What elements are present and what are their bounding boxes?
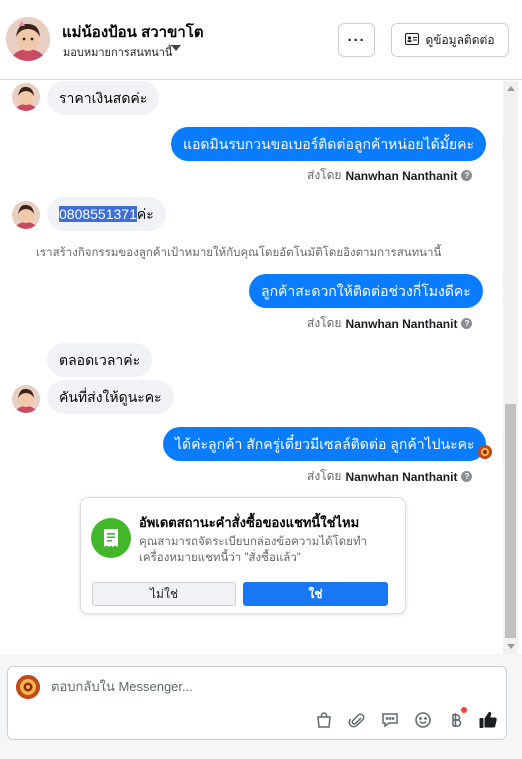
order-status-card: อัพเดตสถานะคำสั่งซื้อของแชทนี้ใช่ไหม คุณ… xyxy=(80,497,406,614)
baht-payment-icon[interactable] xyxy=(446,710,466,730)
incoming-message[interactable]: ราคาเงินสดค่ะ xyxy=(47,81,160,115)
message-input[interactable] xyxy=(51,679,451,694)
thumbs-up-icon[interactable] xyxy=(478,710,498,730)
message-text: ค่ะ xyxy=(136,206,154,222)
page-avatar xyxy=(16,675,40,699)
assign-conversation-label[interactable]: มอบหมายการสนทนานี้ xyxy=(63,43,172,61)
incoming-message[interactable]: ตลอดเวลาค่ะ xyxy=(47,343,153,377)
view-contact-button[interactable]: ดูข้อมูลติดต่อ xyxy=(391,23,509,57)
avatar[interactable] xyxy=(12,385,40,413)
emoji-icon[interactable] xyxy=(413,710,433,730)
contact-name[interactable]: แม่น้องป้อน สวาขาโต xyxy=(62,20,204,44)
info-icon[interactable]: ? xyxy=(461,170,473,181)
no-button[interactable]: ไม่ใช่ xyxy=(92,582,236,606)
chevron-down-icon[interactable] xyxy=(171,45,181,51)
sender-name[interactable]: Nanwhan Nanthanit xyxy=(345,169,457,183)
outgoing-message[interactable]: แอดมินรบกวนขอเบอร์ติดต่อลูกค้าหน่อยได้มั… xyxy=(171,127,487,161)
incoming-message[interactable]: คันที่ส่งให้ดูนะคะ xyxy=(47,380,174,414)
avatar[interactable] xyxy=(12,83,40,111)
system-note: เราสร้างกิจกรรมของลูกค้าเป้าหมายให้กับคุ… xyxy=(36,247,442,259)
composer xyxy=(7,666,507,740)
paperclip-icon[interactable] xyxy=(347,710,367,730)
message-thread: ราคาเงินสดค่ะ แอดมินรบกวนขอเบอร์ติดต่อลู… xyxy=(0,81,522,654)
yes-button[interactable]: ใช่ xyxy=(243,582,388,606)
sender-name[interactable]: Nanwhan Nanthanit xyxy=(345,470,457,484)
more-options-button[interactable]: ··· xyxy=(338,23,375,57)
view-contact-label: ดูข้อมูลติดต่อ xyxy=(425,32,495,47)
outgoing-message[interactable]: ได้ค่ะลูกค้า สักครู่เดี๋ยวมีเซลล์ติดต่อ … xyxy=(163,427,487,461)
scroll-down-arrow[interactable] xyxy=(507,644,515,649)
card-title: อัพเดตสถานะคำสั่งซื้อของแชทนี้ใช่ไหม xyxy=(139,515,360,530)
sent-by-label: ส่งโดย Nanwhan Nanthanit ? xyxy=(307,467,473,486)
incoming-message[interactable]: 0808551371ค่ะ xyxy=(47,197,166,231)
outgoing-message[interactable]: ลูกค้าสะดวกให้ติดต่อช่วงกี่โมงดีคะ xyxy=(249,274,483,308)
receipt-icon xyxy=(91,518,131,558)
avatar[interactable] xyxy=(12,201,40,229)
sent-by-prefix: ส่งโดย xyxy=(307,168,342,182)
contact-card-icon xyxy=(405,32,420,48)
sent-by-prefix: ส่งโดย xyxy=(307,469,342,483)
bag-icon[interactable] xyxy=(314,710,334,730)
seen-avatar xyxy=(478,445,492,459)
sent-by-label: ส่งโดย Nanwhan Nanthanit ? xyxy=(307,166,473,185)
sent-by-prefix: ส่งโดย xyxy=(307,316,342,330)
card-description: คุณสามารถจัดระเบียบกล่องข้อความได้โดยทำเ… xyxy=(139,536,368,564)
selected-phone-number[interactable]: 0808551371 xyxy=(59,206,137,222)
scrollbar-thumb[interactable] xyxy=(505,404,516,638)
sender-name[interactable]: Nanwhan Nanthanit xyxy=(345,317,457,331)
info-icon[interactable]: ? xyxy=(461,471,473,482)
scroll-up-arrow[interactable] xyxy=(507,86,515,91)
info-icon[interactable]: ? xyxy=(461,318,473,329)
sent-by-label: ส่งโดย Nanwhan Nanthanit ? xyxy=(307,314,473,333)
notification-dot xyxy=(461,707,467,713)
avatar[interactable] xyxy=(6,17,50,61)
saved-reply-icon[interactable] xyxy=(380,710,400,730)
conversation-header: แม่น้องป้อน สวาขาโต มอบหมายการสนทนานี้ ·… xyxy=(0,0,522,80)
